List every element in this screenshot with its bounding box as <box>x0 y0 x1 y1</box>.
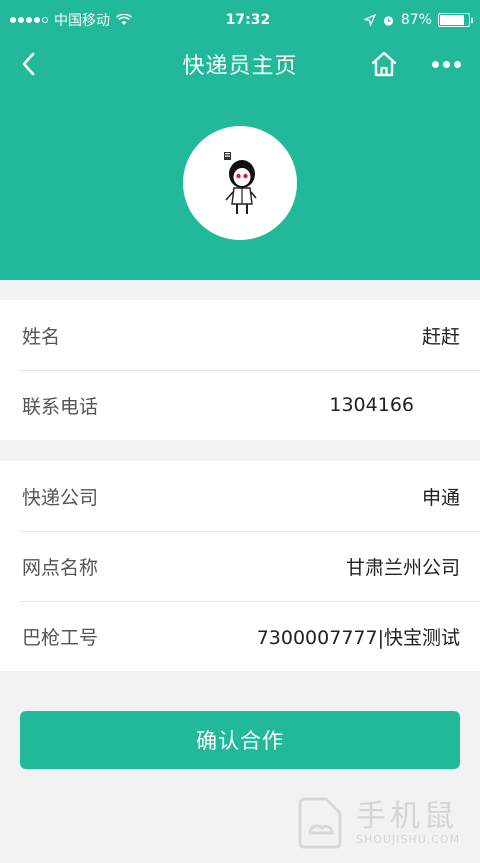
name-label: 姓名 <box>22 325 61 348</box>
phone-label: 联系电话 <box>22 395 99 418</box>
more-dot-icon <box>442 60 450 68</box>
home-button[interactable] <box>368 48 400 80</box>
signal-strength-icon <box>10 17 48 23</box>
screen: 中国移动 17:32 87% 快递员主页 姓名 赶赶 联系电话 1304166 … <box>0 0 480 863</box>
info-row-branch: 网点名称 甘肃兰州公司 <box>0 531 480 601</box>
watermark-text: 手机鼠 SHOUJISHU.COM <box>356 798 461 846</box>
location-arrow-icon <box>363 14 376 26</box>
battery-percent: 87% <box>400 12 432 28</box>
company-info-group: 快递公司 申通 网点名称 甘肃兰州公司 巴枪工号 7300007777|快宝测试 <box>0 461 480 671</box>
watermark-en: SHOUJISHU.COM <box>356 832 461 846</box>
company-value: 申通 <box>421 486 460 509</box>
chevron-left-icon <box>22 52 35 76</box>
contact-info-group: 姓名 赶赶 联系电话 1304166 <box>0 300 480 440</box>
page-title: 快递员主页 <box>182 54 298 79</box>
navbar: 快递员主页 <box>0 40 480 88</box>
branch-label: 网点名称 <box>22 556 99 579</box>
branch-value: 甘肃兰州公司 <box>345 556 460 579</box>
watermark-logo-icon <box>298 797 342 849</box>
header: 中国移动 17:32 87% 快递员主页 <box>0 0 480 280</box>
home-icon <box>371 51 397 77</box>
scanner-id-label: 巴枪工号 <box>22 626 99 649</box>
info-row-company: 快递公司 申通 <box>0 461 480 531</box>
more-dot-icon <box>453 60 461 68</box>
scanner-id-value: 7300007777|快宝测试 <box>256 626 460 649</box>
wifi-icon <box>116 14 132 25</box>
confirm-cooperation-button[interactable]: 确认合作 <box>20 711 460 769</box>
status-bar: 中国移动 17:32 87% <box>0 0 480 40</box>
more-dot-icon <box>431 60 439 68</box>
clock: 17:32 <box>225 12 271 28</box>
info-row-name: 姓名 赶赶 <box>0 300 480 370</box>
info-row-phone[interactable]: 联系电话 1304166 <box>0 370 480 440</box>
phone-value[interactable]: 1304166 <box>329 394 414 416</box>
more-options-button[interactable] <box>428 48 464 80</box>
back-button[interactable] <box>12 48 44 80</box>
cartoon-avatar-icon <box>224 152 257 214</box>
battery-icon <box>437 13 473 27</box>
info-row-scanner-id: 巴枪工号 7300007777|快宝测试 <box>0 601 480 671</box>
watermark-cn: 手机鼠 <box>356 798 458 834</box>
avatar[interactable] <box>183 126 297 240</box>
watermark: 手机鼠 SHOUJISHU.COM <box>296 792 466 854</box>
status-left: 中国移动 <box>10 10 132 30</box>
name-value: 赶赶 <box>421 325 460 348</box>
alarm-icon <box>383 15 393 26</box>
company-label: 快递公司 <box>22 486 99 509</box>
carrier-name: 中国移动 <box>54 13 110 29</box>
status-right: 87% <box>363 12 473 28</box>
